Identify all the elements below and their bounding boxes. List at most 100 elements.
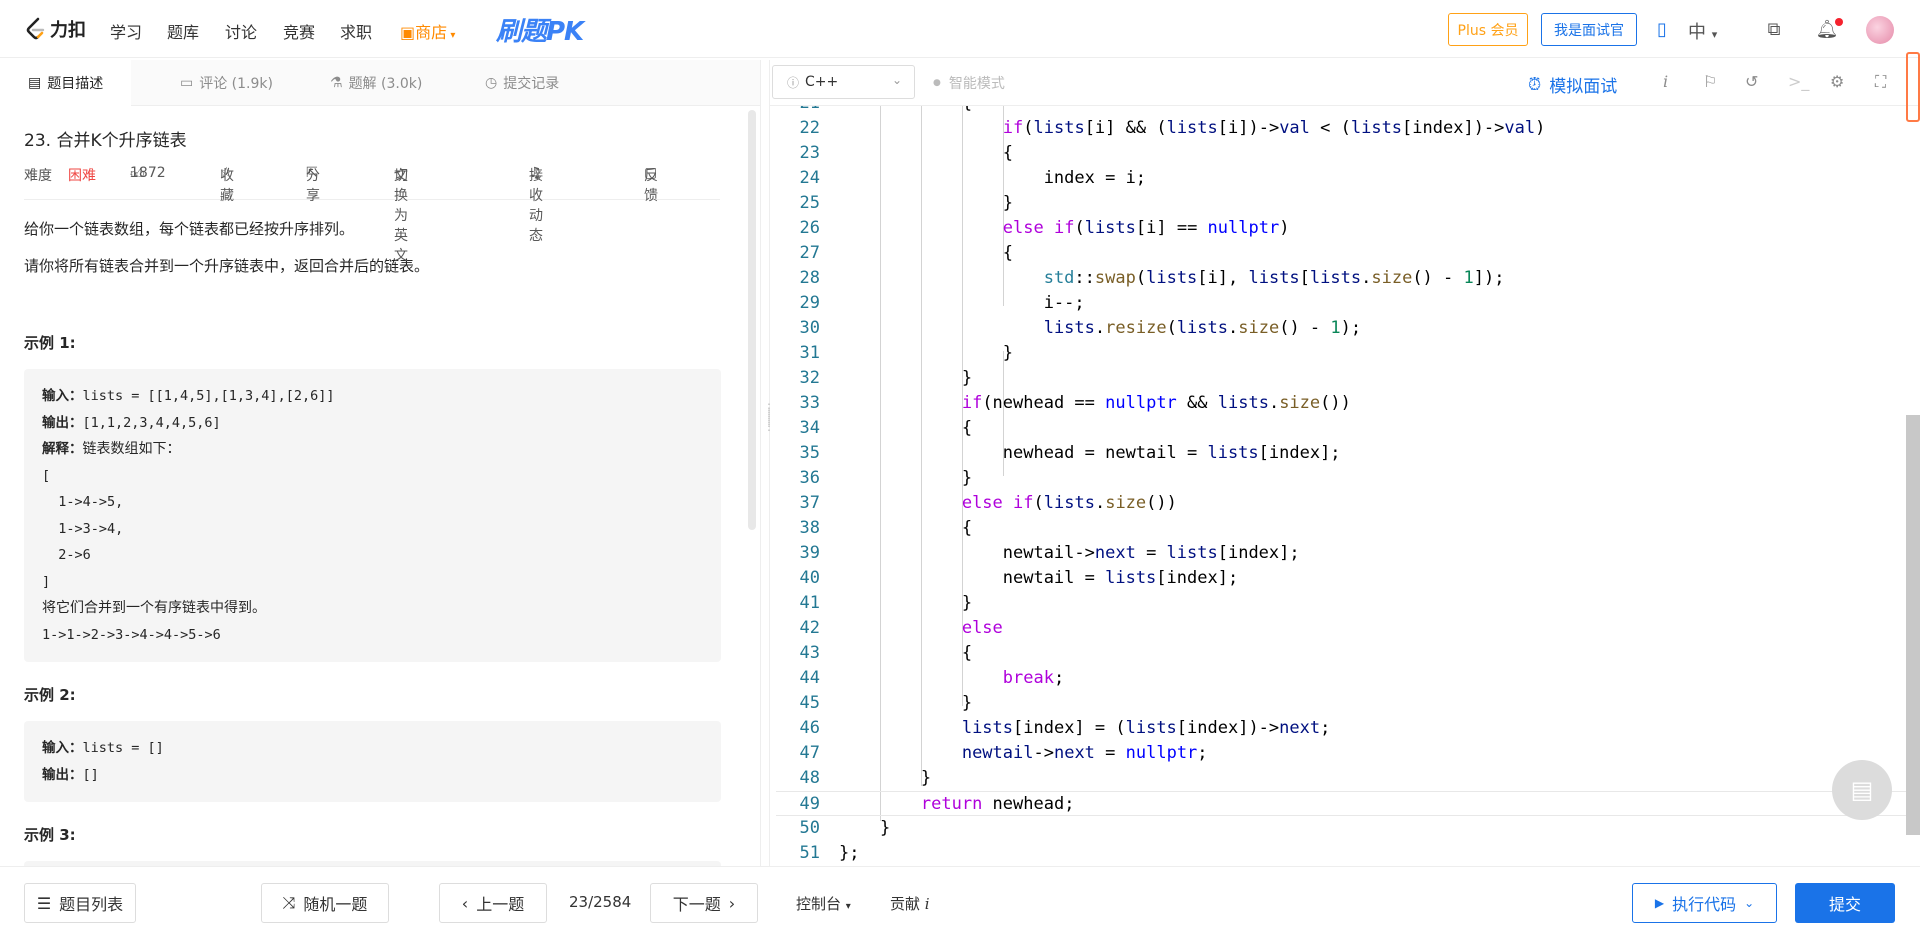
- random-problem-label: 随机一题: [303, 895, 368, 914]
- run-code-button[interactable]: ▶ 执行代码 ⌄: [1632, 883, 1777, 923]
- avatar[interactable]: [1866, 16, 1894, 44]
- tab-comments-label: 评论 (1.9k): [199, 76, 273, 92]
- code-line: 38 {: [799, 518, 973, 538]
- smart-mode-toggle[interactable]: ● 智能模式: [933, 73, 1005, 93]
- code-line: 30 lists.resize(lists.size() - 1);: [799, 318, 1362, 338]
- code-line: 23 {: [799, 143, 1013, 163]
- chevron-right-icon: ›: [728, 893, 736, 913]
- tab-comments[interactable]: ▭ 评论 (1.9k): [180, 60, 273, 106]
- example-heading: 示例 1:: [24, 334, 76, 352]
- editor-scrollbar[interactable]: [1906, 415, 1920, 835]
- contribute-label: 贡献: [890, 895, 921, 913]
- nav-link-problems[interactable]: 题库: [167, 19, 199, 43]
- code-line: 21 {: [776, 106, 1906, 116]
- tab-submissions[interactable]: ◷ 提交记录: [485, 60, 559, 106]
- shop-icon: ▣: [400, 23, 416, 42]
- nav-link-learn[interactable]: 学习: [110, 19, 142, 43]
- difficulty-label: 难度: [24, 168, 52, 184]
- output-label: 输出：: [42, 766, 83, 783]
- console-toggle[interactable]: 控制台 ▾: [796, 893, 851, 914]
- terminal-icon[interactable]: >_: [1788, 72, 1809, 91]
- tab-submissions-label: 提交记录: [503, 76, 560, 92]
- next-problem-button[interactable]: 下一题 ›: [650, 883, 758, 923]
- fullscreen-icon[interactable]: ⛶: [1875, 72, 1886, 92]
- interviewer-button[interactable]: 我是面试官: [1541, 13, 1637, 46]
- info-icon: i: [924, 895, 930, 913]
- chevron-left-icon: ‹: [461, 893, 469, 913]
- code-line: 28 std::swap(lists[i], lists[lists.size(…: [799, 268, 1505, 288]
- drag-handle-icon[interactable]: ⋮ ⋮ ⋮ ⋮: [763, 402, 775, 432]
- code-editor[interactable]: 21 { 22 if(lists[i] && (lists[i])->val <…: [776, 106, 1906, 868]
- feedback-label: 反馈: [644, 168, 658, 204]
- code-line: 29 i--;: [799, 293, 1085, 313]
- playground-icon[interactable]: ⧉: [1762, 17, 1786, 41]
- tab-description[interactable]: ▤ 题目描述: [0, 60, 132, 106]
- description-paragraph: 给你一个链表数组，每个链表都已经按升序排列。: [24, 220, 355, 238]
- leetcode-logo-icon: [26, 17, 45, 40]
- problem-scrollbar[interactable]: [748, 110, 756, 530]
- example-block: 输入：lists = [[1,4,5],[1,3,4],[2,6]] 输出：[1…: [24, 369, 721, 662]
- tab-description-label: 题目描述: [47, 76, 104, 92]
- chevron-down-icon: ▾: [447, 30, 456, 41]
- reset-icon[interactable]: ↺: [1745, 72, 1758, 91]
- info-icon[interactable]: i: [1663, 72, 1668, 91]
- panel-splitter[interactable]: [760, 60, 770, 868]
- contribute-button[interactable]: 贡献 i: [890, 893, 930, 914]
- mock-interview-button[interactable]: ⏰︎ 模拟面试: [1528, 72, 1618, 98]
- notify-label: 接收动态: [529, 168, 543, 244]
- switch-english-label: 切换为英文: [394, 168, 408, 264]
- nav-link-jobs[interactable]: 求职: [340, 19, 372, 43]
- explanation-label: 解释：: [42, 441, 83, 457]
- play-icon: ▶: [1654, 896, 1665, 910]
- settings-icon[interactable]: ⚙: [1830, 72, 1844, 91]
- shop-label: 商店: [415, 23, 448, 42]
- prev-problem-label: 上一题: [476, 895, 525, 914]
- leetcode-logo[interactable]: 力扣: [24, 16, 86, 42]
- brush-pk-link[interactable]: 刷题PK: [496, 11, 584, 48]
- list-icon: ☰: [36, 893, 52, 913]
- example-line: [: [42, 467, 51, 484]
- flag-icon[interactable]: ⚐: [1703, 72, 1717, 91]
- problem-list-label: 题目列表: [59, 895, 124, 914]
- submit-button[interactable]: 提交: [1795, 883, 1895, 923]
- language-select[interactable]: ⓘ C++ ⌄: [772, 65, 915, 99]
- problem-list-button[interactable]: ☰ 题目列表: [24, 883, 136, 923]
- language-switch[interactable]: 中 ▾: [1688, 18, 1717, 44]
- flask-icon: ⚗: [330, 75, 343, 91]
- console-label: 控制台: [796, 895, 842, 913]
- code-line: 43 {: [799, 643, 973, 663]
- like-count: 1872: [130, 165, 166, 181]
- output-value: []: [82, 766, 99, 783]
- chevron-down-icon: ▾: [1711, 28, 1718, 41]
- nav-link-contest[interactable]: 竞赛: [283, 19, 315, 43]
- tab-solutions-label: 题解 (3.0k): [348, 76, 423, 92]
- code-line: 47 newtail->next = nullptr;: [799, 743, 1208, 763]
- problem-title: 23. 合并K个升序链表: [24, 131, 187, 151]
- language-value: C++: [805, 74, 839, 90]
- code-line: 50 }: [799, 818, 891, 838]
- notebook-icon: ▤: [1850, 776, 1874, 804]
- output-label: 输出：: [42, 414, 83, 431]
- example-line: 1->3->4,: [42, 520, 124, 537]
- comment-icon: ▭: [180, 75, 194, 91]
- problem-meta: 难度 困难 👍︎ 1872 ☆ 收藏 ⇱ 分享 文 切换为英文 ♫ 接收动态 ▢…: [24, 165, 716, 264]
- code-line: 36 }: [799, 468, 973, 488]
- alarm-icon: ⏰︎: [1528, 74, 1542, 95]
- random-problem-button[interactable]: ⤨ 随机一题: [261, 883, 389, 923]
- tab-solutions[interactable]: ⚗ 题解 (3.0k): [330, 60, 422, 106]
- code-line: 37 else if(lists.size()): [799, 493, 1177, 513]
- notification-dot: [1835, 18, 1843, 26]
- mock-interview-label: 模拟面试: [1549, 77, 1618, 97]
- prev-problem-button[interactable]: ‹ 上一题: [439, 883, 547, 923]
- plus-member-button[interactable]: Plus 会员: [1448, 13, 1528, 46]
- code-line: 51};: [799, 843, 860, 863]
- clock-icon: ◷: [485, 75, 498, 91]
- mobile-icon[interactable]: ▯: [1650, 17, 1674, 41]
- code-line: 27 {: [799, 243, 1013, 263]
- notebook-button[interactable]: ▤: [1832, 760, 1892, 820]
- nav-link-shop[interactable]: ▣商店 ▾: [400, 19, 455, 43]
- shuffle-icon: ⤨: [282, 893, 296, 912]
- explanation-value: 链表数组如下：: [82, 441, 181, 457]
- nav-link-discuss[interactable]: 讨论: [225, 19, 257, 43]
- editor-scroll-indicator[interactable]: [1906, 52, 1920, 122]
